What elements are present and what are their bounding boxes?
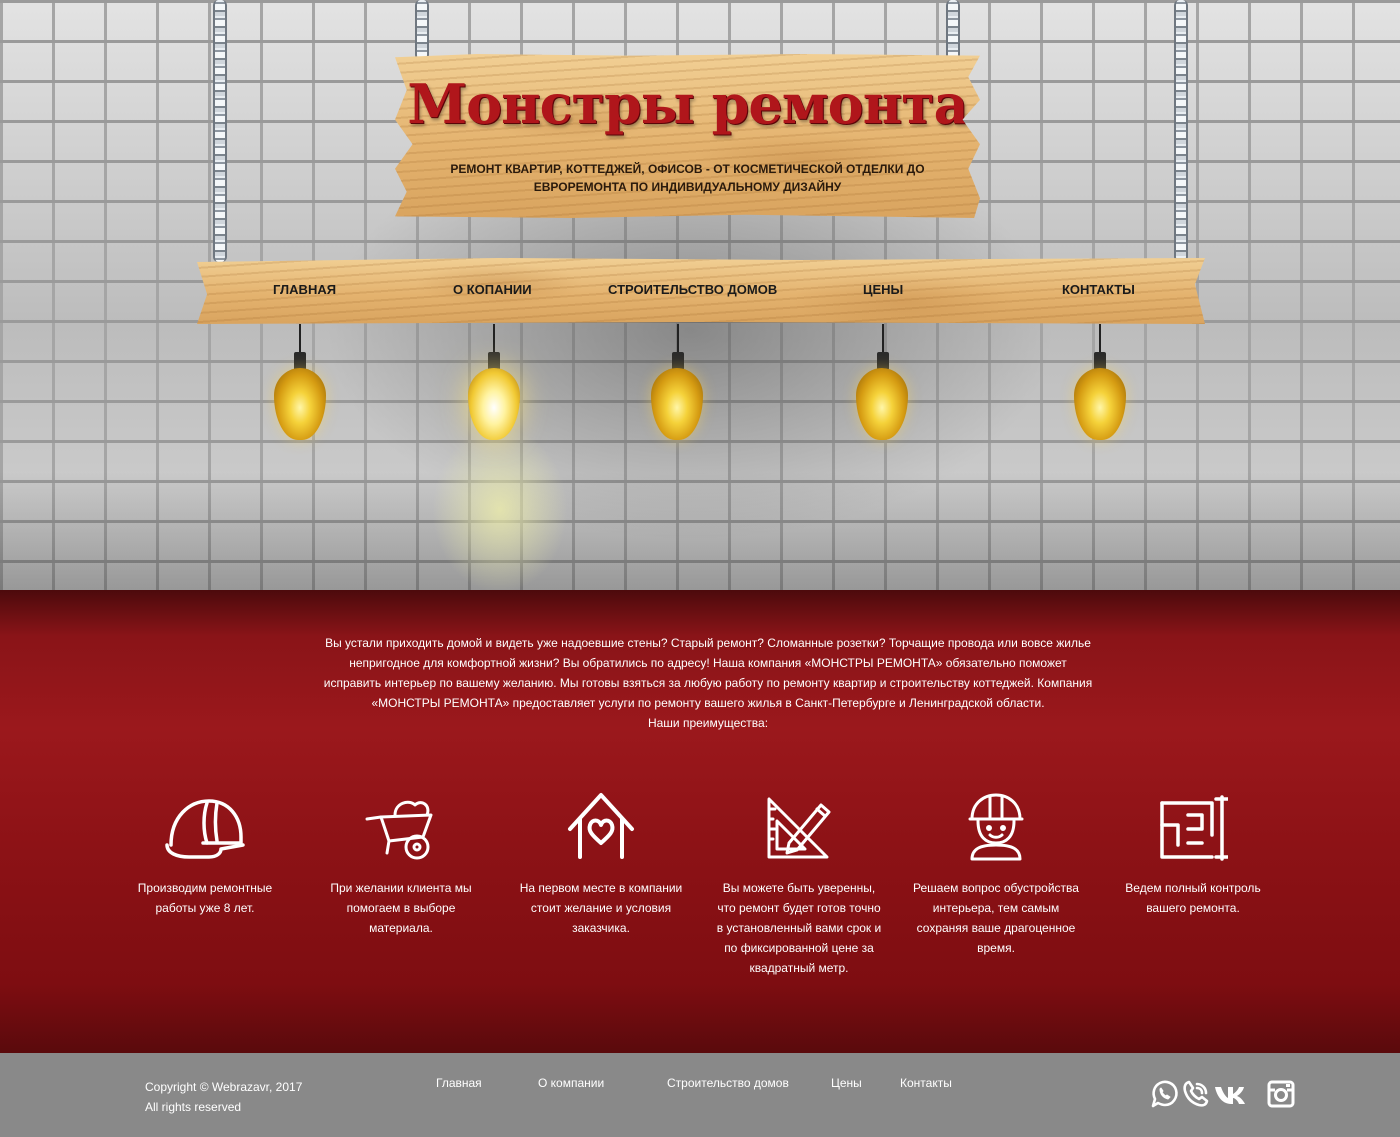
lamp-light-glow (410, 420, 590, 590)
lamp-wire-5 (1099, 324, 1101, 354)
advantage-text: Решаем вопрос обустройства интерьера, те… (913, 881, 1079, 955)
advantage-text: При желании клиента мы помогаем в выборе… (330, 881, 472, 935)
advantage-text: Вы можете быть уверенны, что ремонт буде… (716, 881, 882, 975)
whatsapp-icon[interactable] (1149, 1079, 1179, 1109)
nav-item-contacts[interactable]: КОНТАКТЫ (1062, 282, 1135, 297)
light-bulb-icon (1074, 368, 1126, 440)
nav-item-prices[interactable]: ЦЕНЫ (863, 282, 903, 297)
advantage-item: Ведем полный контроль вашего ремонта. (1108, 785, 1278, 918)
main-nav: ГЛАВНАЯ О КОПАНИИ СТРОИТЕЛЬСТВО ДОМОВ ЦЕ… (197, 258, 1205, 324)
logo-text: Монстры ремонта (407, 72, 968, 136)
intro-block: Вы устали приходить домой и видеть уже н… (320, 633, 1096, 733)
advantage-item: Решаем вопрос обустройства интерьера, те… (911, 785, 1081, 958)
about-section: Вы устали приходить домой и видеть уже н… (0, 590, 1400, 1053)
chain-left-inner (415, 0, 429, 60)
vk-icon[interactable] (1213, 1079, 1253, 1109)
copyright-text: Copyright © Webrazavr, 2017 (145, 1080, 303, 1094)
pencil-ruler-icon (767, 797, 831, 859)
advantage-text: Ведем полный контроль вашего ремонта. (1125, 881, 1261, 915)
nav-item-home[interactable]: ГЛАВНАЯ (273, 282, 336, 297)
advantage-item: На первом месте в компании стоит желание… (516, 785, 686, 938)
intro-text: Вы устали приходить домой и видеть уже н… (323, 636, 1093, 710)
footer-link-house-building[interactable]: Строительство домов (667, 1076, 789, 1090)
footer: Copyright © Webrazavr, 2017 All rights r… (0, 1053, 1400, 1137)
advantage-item: Производим ремонтные работы уже 8 лет. (120, 785, 290, 918)
footer-link-about[interactable]: О компании (538, 1076, 604, 1090)
lamp-wire-2 (493, 324, 495, 354)
footer-link-prices[interactable]: Цены (831, 1076, 862, 1090)
advantage-text: Производим ремонтные работы уже 8 лет. (137, 881, 273, 915)
instagram-icon[interactable] (1266, 1079, 1296, 1109)
hero-brick-wall: Монстры ремонта РЕМОНТ КВАРТИР, КОТТЕДЖЕ… (0, 0, 1400, 590)
nav-item-house-building[interactable]: СТРОИТЕЛЬСТВО ДОМОВ (608, 282, 777, 297)
lamp-wire-1 (299, 324, 301, 354)
advantage-text: На первом месте в компании стоит желание… (519, 881, 683, 935)
chain-left-sign (213, 0, 227, 262)
advantages-heading: Наши преимущества: (647, 716, 769, 730)
footer-link-home[interactable]: Главная (436, 1076, 482, 1090)
logo-sign[interactable]: Монстры ремонта РЕМОНТ КВАРТИР, КОТТЕДЖЕ… (395, 54, 980, 218)
footer-link-contacts[interactable]: Контакты (900, 1076, 952, 1090)
light-bulb-icon (856, 368, 908, 440)
tagline: РЕМОНТ КВАРТИР, КОТТЕДЖЕЙ, ОФИСОВ - ОТ К… (450, 162, 925, 194)
lamp-wire-3 (677, 324, 679, 354)
chain-right-inner (946, 0, 960, 60)
light-bulb-icon (651, 368, 703, 440)
advantage-item: Вы можете быть уверенны, что ремонт буде… (714, 785, 884, 978)
advantage-item: При желании клиента мы помогаем в выборе… (316, 785, 486, 938)
builder-icon (968, 793, 1024, 861)
light-bulb-icon (274, 368, 326, 440)
viber-icon[interactable] (1181, 1079, 1211, 1109)
nav-item-about[interactable]: О КОПАНИИ (453, 282, 532, 297)
rights-text: All rights reserved (145, 1100, 242, 1114)
floor-plan-icon (1160, 795, 1228, 861)
hard-hat-icon (165, 799, 245, 859)
chain-right-sign (1174, 0, 1188, 262)
wheelbarrow-icon (365, 800, 433, 860)
copyright-block: Copyright © Webrazavr, 2017 All rights r… (145, 1077, 302, 1117)
lamp-wire-4 (882, 324, 884, 354)
house-heart-icon (568, 793, 634, 859)
